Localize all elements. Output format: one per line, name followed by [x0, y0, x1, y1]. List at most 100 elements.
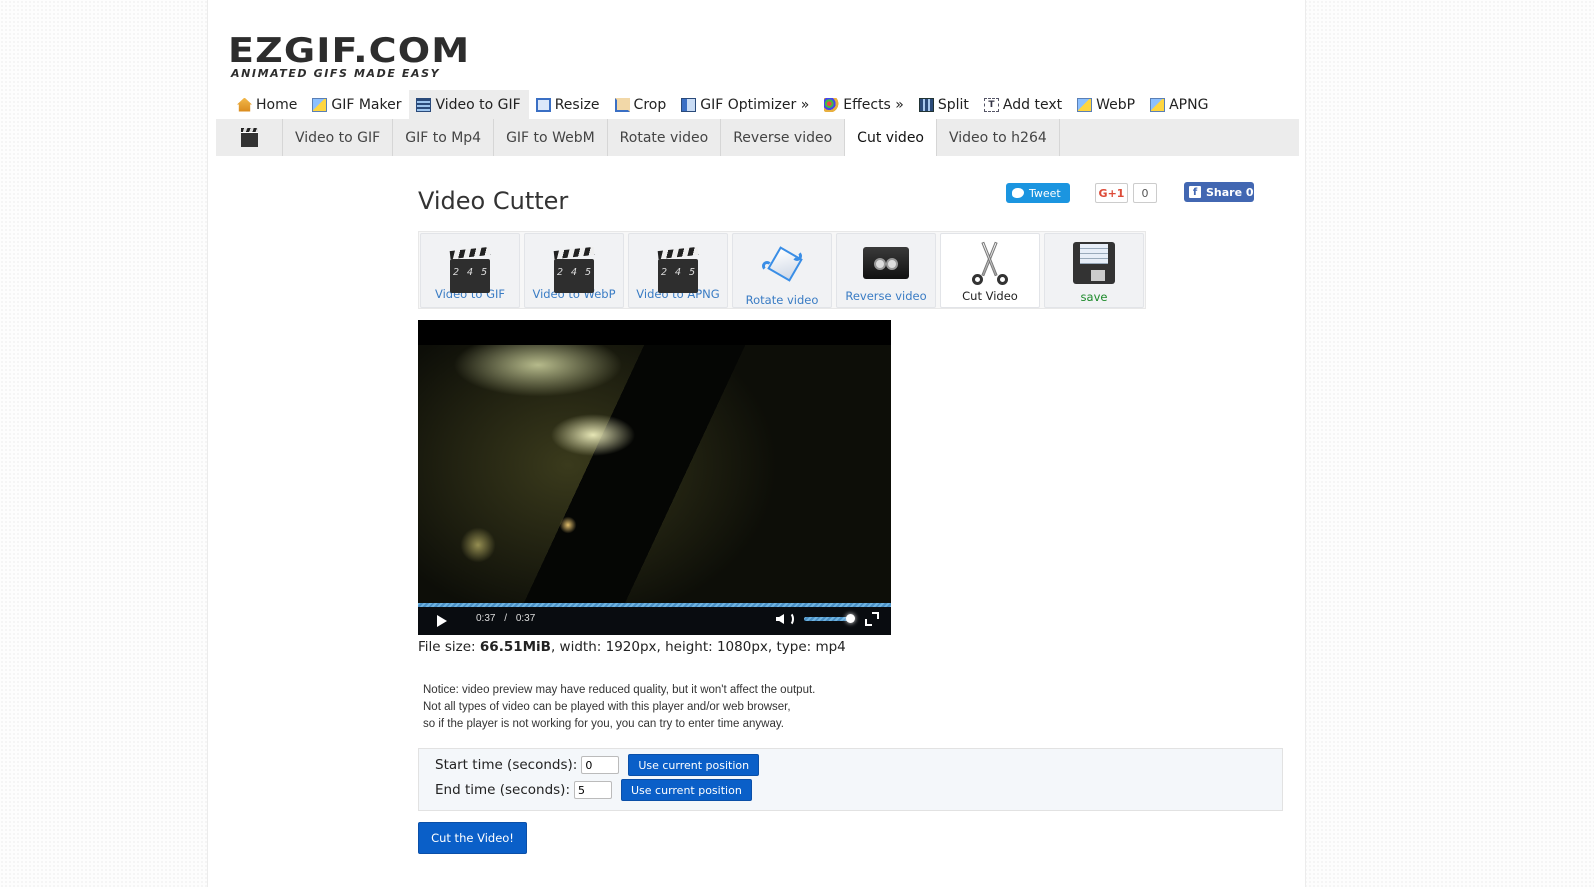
page-container: EZGIF.COM ANIMATED GIFS MADE EASY Home G…: [207, 0, 1306, 887]
nav-label: Home: [256, 96, 298, 113]
end-time-label: End time (seconds):: [435, 782, 570, 798]
nav-label: Resize: [554, 96, 600, 113]
tool-video-to-gif[interactable]: Video to GIF: [420, 233, 520, 308]
crop-icon: [614, 97, 630, 112]
cassette-icon: [863, 247, 909, 279]
volume-waves-icon: [784, 612, 794, 626]
video-frame: [418, 345, 891, 607]
notice-text: Notice: video preview may have reduced q…: [423, 682, 815, 733]
nav-webp[interactable]: WebP: [1070, 90, 1143, 119]
video-time: 0:37 / 0:37: [476, 613, 535, 624]
start-time-row: Start time (seconds): Use current positi…: [435, 754, 760, 776]
notice-line: Notice: video preview may have reduced q…: [423, 684, 816, 696]
end-use-current-position-button[interactable]: Use current position: [621, 779, 752, 801]
resize-icon: [535, 97, 551, 112]
google-plus-count: 0: [1133, 183, 1157, 203]
ezgif-logo[interactable]: EZGIF.COM ANIMATED GIFS MADE EASY: [228, 34, 469, 80]
clapperboard-icon: [450, 259, 490, 293]
logo-title: EZGIF.COM: [228, 31, 471, 71]
tool-label: save: [1080, 290, 1108, 304]
image-icon: [312, 97, 328, 112]
twitter-bird-icon: [1012, 188, 1024, 198]
film-icon: [416, 97, 432, 112]
tool-video-to-webp[interactable]: Video to WebP: [524, 233, 624, 308]
nav-home[interactable]: Home: [230, 90, 305, 119]
file-info: File size: 66.51MiB, width: 1920px, heig…: [418, 639, 846, 655]
current-time: 0:37: [476, 613, 496, 624]
tool-label: Cut Video: [962, 289, 1018, 303]
optimizer-icon: [681, 97, 697, 112]
subnav-rotate-video[interactable]: Rotate video: [608, 119, 722, 156]
nav-label: WebP: [1096, 96, 1136, 113]
main-nav: Home GIF Maker Video to GIF Resize Crop …: [230, 90, 1216, 119]
subnav-gif-to-webm[interactable]: GIF to WebM: [494, 119, 608, 156]
subnav-video-to-gif[interactable]: Video to GIF: [283, 119, 394, 156]
nav-label: Effects »: [843, 96, 904, 113]
facebook-share-label: Share 0: [1206, 185, 1254, 199]
clapperboard-icon: [658, 259, 698, 293]
tool-label: Reverse video: [845, 289, 927, 303]
notice-line: so if the player is not working for you,…: [423, 718, 784, 730]
scissors-icon: [970, 239, 1010, 285]
volume-slider-handle[interactable]: [845, 614, 855, 623]
clapperboard-icon: [554, 259, 594, 293]
google-plus-button[interactable]: G+1: [1095, 183, 1128, 203]
volume-slider[interactable]: [804, 617, 851, 621]
clapperboard-icon: [240, 127, 258, 147]
facebook-share-button[interactable]: f Share 0: [1184, 182, 1254, 202]
file-dimensions: , width: 1920px, height: 1080px, type: m…: [550, 639, 846, 655]
split-icon: [918, 97, 934, 112]
home-icon: [237, 97, 252, 112]
nav-crop[interactable]: Crop: [608, 90, 675, 119]
video-progress-bar[interactable]: [418, 603, 891, 607]
image-icon: [1150, 97, 1166, 112]
time-separator: /: [504, 613, 508, 624]
cut-video-button[interactable]: Cut the Video!: [418, 822, 527, 854]
tweet-button[interactable]: Tweet: [1006, 183, 1070, 203]
subnav-video-to-h264[interactable]: Video to h264: [937, 119, 1060, 156]
nav-gif-optimizer[interactable]: GIF Optimizer »: [674, 90, 817, 119]
volume-icon[interactable]: [776, 614, 784, 624]
fullscreen-icon[interactable]: [865, 612, 879, 626]
start-time-input[interactable]: [581, 756, 620, 774]
end-time-input[interactable]: [574, 781, 612, 799]
facebook-icon: f: [1189, 186, 1201, 198]
cut-form: Start time (seconds): Use current positi…: [418, 748, 1283, 811]
tool-label: Rotate video: [745, 293, 819, 307]
page-title: Video Cutter: [418, 187, 569, 215]
rotate-icon: [762, 245, 803, 289]
end-time-row: End time (seconds): Use current position: [435, 779, 752, 801]
nav-add-text[interactable]: T Add text: [977, 90, 1070, 119]
duration: 0:37: [515, 613, 536, 624]
subnav-gif-to-mp4[interactable]: GIF to Mp4: [393, 119, 495, 156]
video-player[interactable]: 0:37 / 0:37: [418, 320, 891, 635]
nav-label: Video to GIF: [435, 96, 521, 113]
sub-nav: Video to GIF GIF to Mp4 GIF to WebM Rota…: [216, 119, 1299, 156]
nav-effects[interactable]: Effects »: [817, 90, 912, 119]
tool-cut-video[interactable]: Cut Video: [940, 233, 1040, 308]
tool-save[interactable]: save: [1044, 233, 1144, 308]
nav-label: Split: [937, 96, 969, 113]
nav-label: Add text: [1002, 96, 1063, 113]
nav-split[interactable]: Split: [912, 90, 977, 119]
tool-tiles: Video to GIF Video to WebP Video to APNG…: [418, 231, 1146, 309]
file-size-label: File size:: [418, 639, 480, 655]
tool-video-to-apng[interactable]: Video to APNG: [628, 233, 728, 308]
nav-label: GIF Maker: [331, 96, 402, 113]
subnav-reverse-video[interactable]: Reverse video: [721, 119, 846, 156]
image-icon: [1077, 97, 1093, 112]
start-use-current-position-button[interactable]: Use current position: [628, 754, 760, 776]
nav-apng[interactable]: APNG: [1143, 90, 1216, 119]
tool-reverse-video[interactable]: Reverse video: [836, 233, 936, 308]
play-icon[interactable]: [437, 615, 447, 627]
nav-gif-maker[interactable]: GIF Maker: [305, 90, 409, 119]
floppy-disk-icon: [1073, 242, 1115, 284]
nav-label: GIF Optimizer »: [700, 96, 810, 113]
nav-label: APNG: [1169, 96, 1209, 113]
nav-resize[interactable]: Resize: [529, 90, 608, 119]
subnav-cut-video[interactable]: Cut video: [845, 119, 937, 156]
nav-label: Crop: [633, 96, 667, 113]
nav-video-to-gif[interactable]: Video to GIF: [409, 90, 529, 119]
subnav-category: [216, 119, 283, 156]
tool-rotate-video[interactable]: Rotate video: [732, 233, 832, 308]
